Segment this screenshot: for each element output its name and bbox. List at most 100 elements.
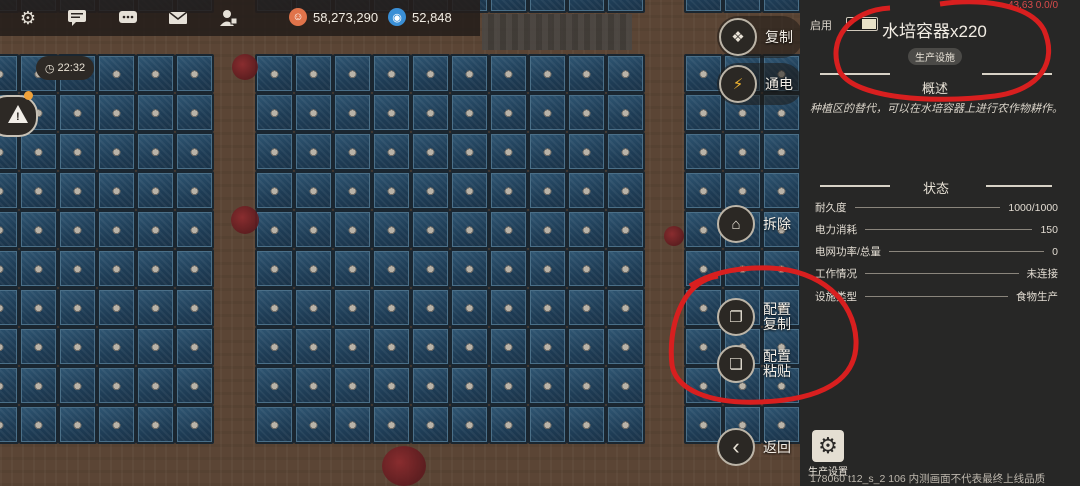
hydroponic-tile[interactable] [489,93,528,132]
hydroponic-tile[interactable] [606,210,645,249]
hydroponic-tile[interactable] [175,93,214,132]
hydroponic-tile[interactable] [489,249,528,288]
hydroponic-tile[interactable] [411,54,450,93]
hydroponic-tile[interactable] [723,132,762,171]
hydroponic-tile[interactable] [723,249,762,288]
hydroponic-tile[interactable] [58,405,97,444]
hydroponic-tile[interactable] [97,210,136,249]
hydroponic-tile[interactable] [606,132,645,171]
hydroponic-tile[interactable] [175,54,214,93]
hydroponic-tile[interactable] [606,366,645,405]
hydroponic-tile[interactable] [97,132,136,171]
hydroponic-tile[interactable] [0,54,19,93]
hydroponic-tile[interactable] [411,93,450,132]
hydroponic-tile[interactable] [762,0,800,13]
hydroponic-tile[interactable] [294,249,333,288]
hydroponic-tile[interactable] [294,405,333,444]
hydroponic-tile[interactable] [294,210,333,249]
hydroponic-tile[interactable] [294,288,333,327]
hydroponic-tile[interactable] [136,93,175,132]
hydroponic-tile[interactable] [136,132,175,171]
hydroponic-tile[interactable] [567,327,606,366]
hydroponic-tile[interactable] [136,405,175,444]
hydroponic-tile[interactable] [58,93,97,132]
hydroponic-tile[interactable] [175,327,214,366]
hydroponic-tile[interactable] [684,0,723,13]
hydroponic-tile[interactable] [97,327,136,366]
hydroponic-tile[interactable] [567,249,606,288]
copy-button[interactable]: ❖ 复制 [717,16,803,58]
warning-button[interactable]: ! [0,91,38,137]
hydroponic-tile[interactable] [528,93,567,132]
hydroponic-tile[interactable] [528,249,567,288]
hydroponic-tile[interactable] [528,54,567,93]
hydroponic-tile[interactable] [450,132,489,171]
hydroponic-tile[interactable] [372,288,411,327]
hydroponic-tile[interactable] [528,0,567,13]
hydroponic-tile[interactable] [333,171,372,210]
enable-toggle[interactable] [846,17,878,31]
gear-icon[interactable]: ⚙ [17,7,39,29]
hydroponic-tile[interactable] [723,0,762,13]
hydroponic-tile[interactable] [175,171,214,210]
chat-icon[interactable] [66,7,88,29]
hydroponic-tile[interactable] [567,93,606,132]
hydroponic-tile[interactable] [372,93,411,132]
hydroponic-tile[interactable] [489,210,528,249]
hydroponic-tile[interactable] [97,93,136,132]
hydroponic-tile[interactable] [567,366,606,405]
config-copy-button[interactable]: ❐ 配置 复制 [717,298,791,336]
hydroponic-tile[interactable] [567,54,606,93]
hydroponic-tile[interactable] [294,132,333,171]
hydroponic-tile[interactable] [136,366,175,405]
hydroponic-tile[interactable] [19,132,58,171]
hydroponic-tile[interactable] [136,210,175,249]
hydroponic-tile[interactable] [294,327,333,366]
hydroponic-tile[interactable] [333,210,372,249]
hydroponic-tile[interactable] [19,405,58,444]
hydroponic-tile[interactable] [489,288,528,327]
hydroponic-tile[interactable] [0,405,19,444]
back-button[interactable]: ‹ 返回 [717,428,791,466]
hydroponic-tile[interactable] [175,405,214,444]
hydroponic-tile[interactable] [294,93,333,132]
hydroponic-tile[interactable] [19,210,58,249]
hydroponic-tile[interactable] [411,327,450,366]
hydroponic-tile[interactable] [255,210,294,249]
hydroponic-tile[interactable] [19,249,58,288]
hydroponic-tile[interactable] [606,93,645,132]
hydroponic-tile[interactable] [489,132,528,171]
hydroponic-tile[interactable] [411,210,450,249]
player-icon[interactable] [217,7,239,29]
hydroponic-tile[interactable] [0,327,19,366]
hydroponic-tile[interactable] [762,249,800,288]
tile-grid-right[interactable] [684,54,800,444]
hydroponic-tile[interactable] [528,288,567,327]
hydroponic-tile[interactable] [450,366,489,405]
hydroponic-tile[interactable] [489,54,528,93]
hydroponic-tile[interactable] [333,54,372,93]
hydroponic-tile[interactable] [58,366,97,405]
hydroponic-tile[interactable] [58,327,97,366]
hydroponic-tile[interactable] [489,366,528,405]
hydroponic-tile[interactable] [294,171,333,210]
hydroponic-tile[interactable] [97,288,136,327]
hydroponic-tile[interactable] [0,171,19,210]
tile-grid-center[interactable] [255,54,645,444]
hydroponic-tile[interactable] [97,171,136,210]
hydroponic-tile[interactable] [606,405,645,444]
hydroponic-tile[interactable] [333,405,372,444]
hydroponic-tile[interactable] [528,405,567,444]
hydroponic-tile[interactable] [762,132,800,171]
hydroponic-tile[interactable] [58,288,97,327]
hydroponic-tile[interactable] [175,366,214,405]
hydroponic-tile[interactable] [175,132,214,171]
hydroponic-tile[interactable] [136,54,175,93]
hydroponic-tile[interactable] [489,0,528,13]
hydroponic-tile[interactable] [255,288,294,327]
hydroponic-tile[interactable] [606,0,645,13]
hydroponic-tile[interactable] [372,249,411,288]
hydroponic-tile[interactable] [97,249,136,288]
hydroponic-tile[interactable] [0,210,19,249]
hydroponic-tile[interactable] [372,327,411,366]
